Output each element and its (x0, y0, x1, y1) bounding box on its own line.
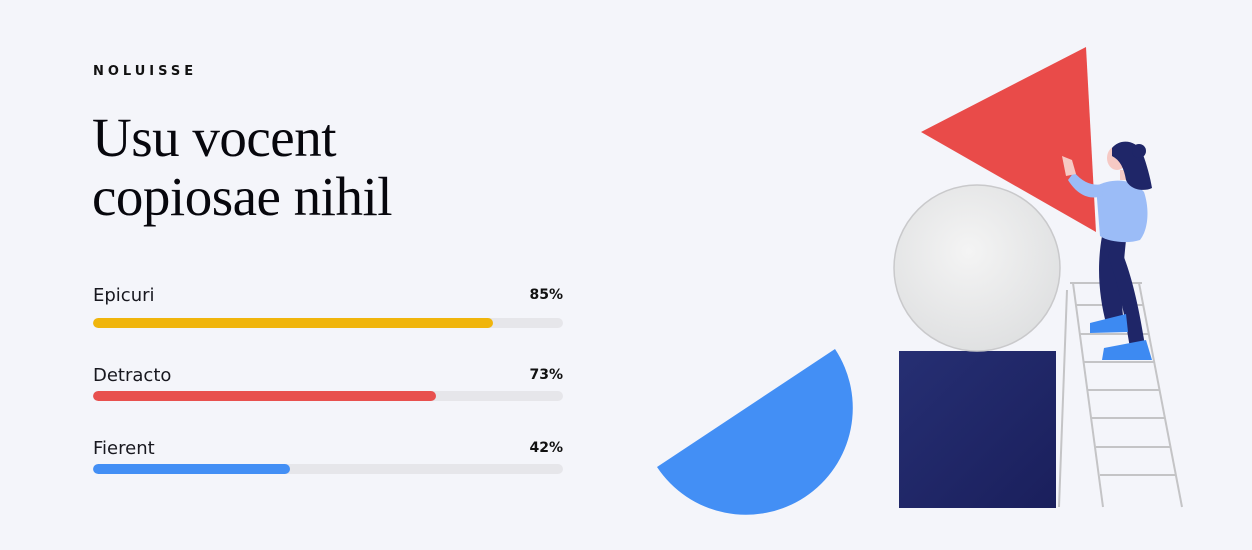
progress-fill (93, 318, 493, 328)
skill-detracto: Detracto 73% (93, 365, 563, 413)
skill-label: Fierent (93, 438, 155, 459)
skill-percent: 73% (529, 367, 563, 383)
gray-circle-icon (893, 184, 1061, 352)
skill-percent: 42% (529, 440, 563, 456)
progress-fill (93, 464, 291, 474)
progress-track (93, 464, 563, 474)
blue-semicircle-icon (657, 349, 853, 515)
title-line-1: Usu vocent (92, 107, 336, 168)
skill-label: Detracto (93, 365, 172, 386)
skill-fierent: Fierent 42% (93, 438, 563, 486)
progress-track (93, 391, 563, 401)
woman-figure-icon (1062, 141, 1152, 360)
eyebrow-label: NOLUISSE (93, 64, 198, 79)
title-line-2: copiosae nihil (92, 166, 393, 227)
progress-fill (93, 391, 437, 401)
geometric-illustration (657, 47, 1183, 515)
skill-epicuri: Epicuri 85% (93, 285, 563, 333)
page-title: Usu vocent copiosae nihil (92, 108, 572, 226)
skill-label: Epicuri (93, 285, 155, 306)
navy-square-icon (899, 351, 1056, 508)
skill-percent: 85% (529, 287, 563, 303)
progress-track (93, 318, 563, 328)
